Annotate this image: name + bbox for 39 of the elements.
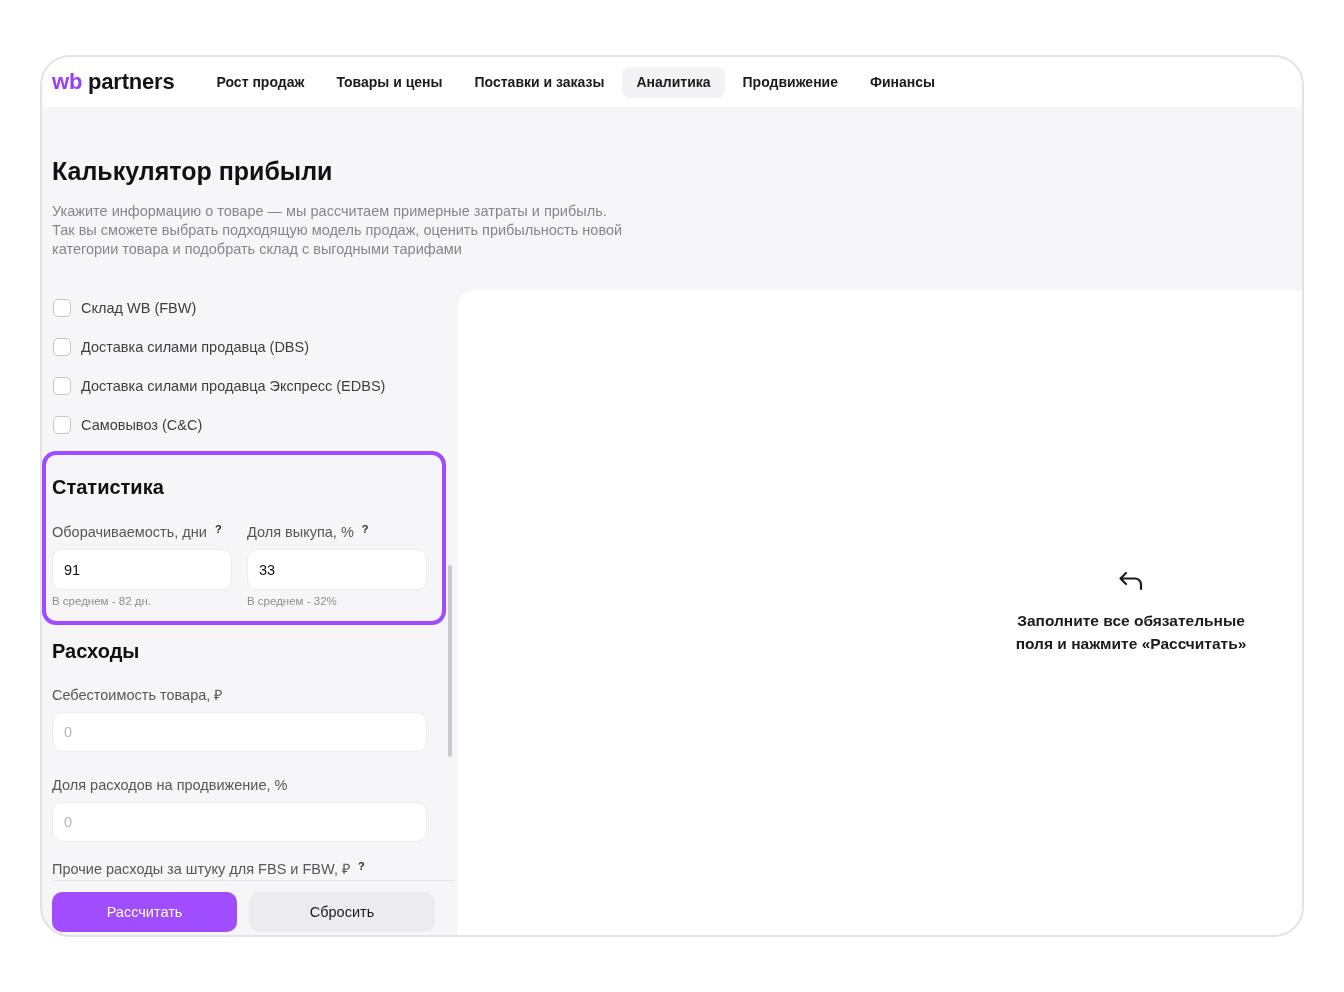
help-icon[interactable]: ? bbox=[357, 860, 365, 872]
input-field[interactable]: 33 bbox=[247, 549, 427, 590]
section-title: Расходы bbox=[52, 640, 141, 662]
field-label: Доля выкупа, % bbox=[247, 523, 354, 541]
checkbox[interactable] bbox=[53, 416, 71, 434]
field-label: Доля расходов на продвижение, % bbox=[52, 776, 288, 794]
checkbox[interactable] bbox=[53, 377, 71, 395]
calculate-button[interactable]: Рассчитать bbox=[52, 892, 237, 932]
field-label: Прочие расходы за штуку для FBS и FBW, ₽ bbox=[52, 860, 350, 878]
checkbox-label[interactable]: Самовывоз (C&C) bbox=[81, 417, 203, 433]
logo[interactable]: wb partners bbox=[52, 69, 175, 95]
field-hint: В среднем - 32% bbox=[247, 594, 338, 608]
field-label: Себестоимость товара, ₽ bbox=[52, 686, 223, 704]
return-arrow-icon bbox=[1118, 570, 1144, 591]
checkbox[interactable] bbox=[53, 338, 71, 356]
description-text: Так вы сможете выбрать подходящую модель продаж, оценить прибыльность новой категории товара и подобрать склад с выгодными тарифами bbox=[52, 221, 624, 259]
nav-tab[interactable]: Поставки и заказы bbox=[460, 66, 619, 98]
nav-tab[interactable]: Продвижение bbox=[728, 66, 852, 98]
checkbox-label[interactable]: Доставка силами продавца (DBS) bbox=[81, 339, 310, 355]
field-label: Оборачиваемость, дни bbox=[52, 523, 207, 541]
checkbox-label[interactable]: Доставка силами продавца Экспресс (EDBS) bbox=[81, 378, 386, 394]
nav-tab[interactable]: Рост продаж bbox=[202, 66, 319, 98]
input-field[interactable]: 0 bbox=[52, 712, 427, 752]
page-title: Калькулятор прибыли bbox=[52, 156, 334, 186]
input-field[interactable]: 0 bbox=[52, 802, 427, 842]
scrollbar[interactable] bbox=[448, 565, 452, 757]
checkbox-label[interactable]: Склад WB (FBW) bbox=[81, 300, 197, 316]
help-icon[interactable]: ? bbox=[214, 523, 222, 535]
nav-tab[interactable]: Товары и цены bbox=[322, 66, 457, 98]
empty-state-message: Заполните все обязательные поля и нажмите «Рассчитать» bbox=[1014, 610, 1248, 654]
nav-tab[interactable]: Финансы bbox=[856, 66, 949, 98]
checkbox[interactable] bbox=[53, 299, 71, 317]
section-title: Статистика bbox=[52, 476, 165, 498]
field-hint: В среднем - 82 дн. bbox=[52, 594, 152, 608]
input-field[interactable]: 91 bbox=[52, 549, 232, 590]
nav-tab[interactable]: Аналитика bbox=[622, 66, 725, 98]
description-text: Укажите информацию о товаре — мы рассчитаем примерные затраты и прибыль. bbox=[52, 202, 608, 221]
reset-button[interactable]: Сбросить bbox=[249, 892, 435, 932]
help-icon[interactable]: ? bbox=[361, 523, 369, 535]
